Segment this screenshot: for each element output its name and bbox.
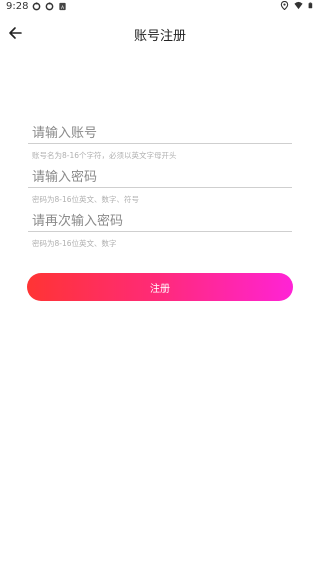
wifi-icon (294, 1, 303, 10)
account-input[interactable] (28, 124, 292, 144)
status-time: 9:28 (6, 1, 29, 12)
status-left-icons: A (32, 2, 67, 11)
password-field-group: 密码为8-16位英文、数字、符号 (28, 168, 292, 212)
register-button[interactable]: 注册 (27, 273, 293, 301)
password-hint: 密码为8-16位英文、数字、符号 (32, 195, 140, 204)
battery-icon (308, 2, 313, 9)
password-input[interactable] (28, 168, 292, 188)
account-field-group: 账号名为8-16个字符，必须以英文字母开头 (28, 124, 292, 168)
sim-icon: A (59, 2, 66, 11)
register-form: 账号名为8-16个字符，必须以英文字母开头 密码为8-16位英文、数字、符号 密… (28, 124, 292, 256)
page-title: 账号注册 (133, 29, 186, 44)
status-bar: 9:28 A (0, 0, 320, 14)
sync-icon (45, 2, 54, 11)
account-hint: 账号名为8-16个字符，必须以英文字母开头 (32, 151, 177, 160)
register-button-label: 注册 (150, 283, 170, 295)
confirm-password-field-group: 密码为8-16位英文、数字 (28, 212, 292, 256)
status-right-icons (280, 1, 314, 10)
location-icon (280, 1, 289, 10)
confirm-password-input[interactable] (28, 212, 292, 232)
confirm-password-hint: 密码为8-16位英文、数字 (32, 239, 117, 248)
sync-icon (32, 2, 41, 11)
app-bar: 账号注册 (0, 18, 320, 48)
